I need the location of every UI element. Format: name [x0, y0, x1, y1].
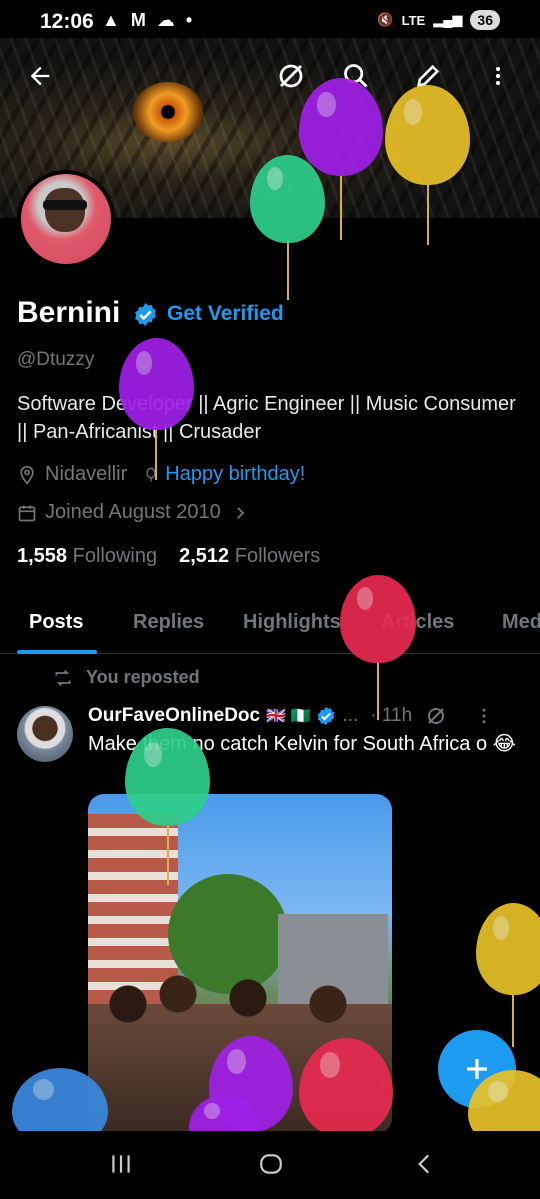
home-icon[interactable]	[258, 1151, 284, 1177]
verified-badge-icon[interactable]	[133, 302, 158, 327]
followers-label: Followers	[234, 545, 321, 567]
balloon-string	[377, 662, 379, 720]
balloon-string	[512, 995, 514, 1047]
balloon-yellow	[476, 903, 540, 995]
balloon-green	[250, 155, 325, 243]
more-vert-icon[interactable]	[480, 58, 516, 94]
following-count: 1,558	[17, 545, 68, 567]
balloon-green	[125, 728, 210, 826]
tab-media[interactable]: Med	[502, 611, 540, 634]
following-label: Following	[72, 545, 158, 567]
balloon-string	[287, 240, 289, 300]
balloon-string	[340, 175, 342, 240]
balloon-red	[299, 1038, 393, 1138]
location-text: Nidavellir	[45, 463, 128, 485]
signal-icon: ▂▄▆	[433, 12, 463, 27]
repost-icon	[55, 669, 71, 686]
calendar-icon	[18, 505, 36, 521]
get-verified-link[interactable]: Get Verified	[167, 302, 284, 326]
repost-indicator: You reposted	[52, 667, 200, 688]
post-author-ellipsis: ...	[342, 705, 359, 726]
grok-icon[interactable]	[273, 58, 309, 94]
meta-row-location: Nidavellir Happy birthday!	[17, 463, 305, 486]
following-link[interactable]: 1,558 Following	[17, 545, 157, 568]
tab-highlights[interactable]: Highlights	[243, 611, 341, 634]
followers-count: 2,512	[179, 545, 230, 567]
followers-link[interactable]: 2,512 Followers	[179, 545, 320, 568]
back-arrow-icon[interactable]	[22, 58, 58, 94]
mute-icon: 🔇	[377, 12, 394, 27]
balloon-red	[340, 575, 416, 663]
balloon-string	[427, 185, 429, 245]
meta-row-joined[interactable]: Joined August 2010	[17, 501, 257, 524]
post-avatar[interactable]	[17, 706, 73, 762]
follow-stats: 1,558 Following 2,512 Followers	[17, 545, 320, 568]
back-icon[interactable]	[412, 1151, 438, 1177]
status-time: 12:06	[40, 10, 94, 33]
tab-replies[interactable]: Replies	[133, 611, 204, 634]
balloon-string	[167, 825, 169, 885]
balloon-purple	[119, 338, 194, 430]
repost-label: You reposted	[86, 667, 200, 687]
chevron-right-icon	[236, 506, 244, 519]
joined-text: Joined August 2010	[45, 501, 221, 523]
tiger-eye	[133, 82, 203, 142]
status-right: 🔇 LTE ▂▄▆ 36	[377, 10, 500, 30]
system-nav-bar	[0, 1131, 540, 1199]
birthday-text: Happy birthday!	[165, 463, 306, 485]
status-bar: 12:06 ▲ M ☁ • 🔇 LTE ▂▄▆ 36	[0, 0, 540, 44]
tab-posts[interactable]: Posts	[29, 611, 83, 634]
post-author[interactable]: OurFaveOnlineDoc	[88, 705, 260, 727]
verified-badge-icon	[318, 706, 335, 726]
tab-active-indicator	[17, 650, 97, 654]
grok-icon[interactable]	[424, 704, 448, 728]
battery-indicator: 36	[470, 10, 500, 30]
profile-bio: Software Developer || Agric Engineer || …	[17, 393, 516, 443]
notification-icons: ▲ M ☁ •	[102, 10, 196, 30]
recents-icon[interactable]	[108, 1151, 134, 1177]
post-header: OurFaveOnlineDoc 🇬🇧 🇳🇬 ... · 11h	[88, 704, 494, 728]
profile-name: Bernini	[17, 296, 121, 329]
profile-avatar[interactable]	[17, 170, 115, 268]
balloon-yellow	[385, 85, 470, 185]
profile-handle: @Dtuzzy	[17, 349, 95, 370]
profile-tabs: Posts Replies Highlights Articles Med	[0, 604, 540, 654]
network-label: LTE	[401, 12, 426, 28]
location-icon	[20, 465, 34, 485]
post-more-icon[interactable]	[474, 706, 494, 726]
post-author-flags: 🇬🇧 🇳🇬	[266, 708, 311, 725]
balloon-purple	[299, 78, 383, 176]
balloon-string	[155, 430, 157, 480]
